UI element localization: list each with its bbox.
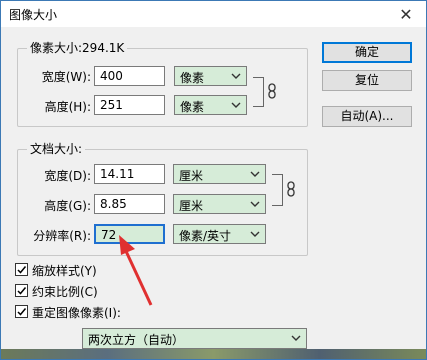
pixel-height-input[interactable]: 251 [94,95,165,115]
resample-checkbox[interactable] [15,305,28,318]
pixel-dimensions-legend: 像素大小:294.1K [27,39,128,56]
doc-constrain-bracket [272,174,283,206]
doc-width-unit-select[interactable]: 厘米 [173,164,266,184]
checkmark-icon [17,287,27,295]
document-size-legend: 文档大小: [27,140,86,157]
reset-button[interactable]: 复位 [322,70,412,91]
constrain-proportions-label: 约束比例(C) [32,285,98,299]
close-icon[interactable]: ✕ [386,1,426,27]
scale-styles-label: 缩放样式(Y) [32,264,97,278]
resample-label: 重定图像像素(I): [32,306,121,320]
resolution-unit-select[interactable]: 像素/英寸 [173,224,266,244]
pixel-height-unit-select[interactable]: 像素 [174,95,247,115]
resolution-unit: 像素/英寸 [179,229,232,243]
checkmark-icon [17,266,27,274]
chevron-down-icon [231,73,241,79]
scale-styles-checkbox[interactable] [15,263,28,276]
pixel-width-label: 宽度(W): [41,70,91,84]
link-icon [287,181,295,197]
red-arrow-annotation [119,235,153,306]
pixel-width-unit: 像素 [180,71,205,85]
dialog-title: 图像大小 [9,8,58,22]
doc-width-unit: 厘米 [179,169,204,183]
constrain-proportions-checkbox[interactable] [15,284,28,297]
doc-width-input[interactable]: 14.11 [94,164,165,184]
link-icon [268,83,276,99]
pixel-height-unit: 像素 [180,100,205,114]
pixel-width-input[interactable]: 400 [94,66,165,86]
checkmark-icon [17,308,27,316]
chevron-down-icon [231,102,241,108]
resample-method-select[interactable]: 两次立方（自动） [82,328,307,349]
chevron-down-icon [250,171,260,177]
ok-button[interactable]: 确定 [322,42,412,63]
doc-height-label: 高度(G): [44,199,91,213]
doc-height-unit: 厘米 [179,199,204,213]
title-bar: 图像大小 ✕ [1,1,426,27]
pixel-width-unit-select[interactable]: 像素 [174,66,247,86]
doc-width-label: 宽度(D): [44,169,91,183]
background-image-strip [1,349,426,359]
resolution-label: 分辨率(R): [33,229,91,243]
doc-height-unit-select[interactable]: 厘米 [173,194,266,214]
image-size-dialog: 图像大小 ✕ 像素大小:294.1K 宽度(W): 400 像素 高度(H): … [0,0,427,360]
resample-method: 两次立方（自动） [88,333,185,347]
doc-height-input[interactable]: 8.85 [94,194,165,214]
auto-button[interactable]: 自动(A)... [322,106,412,127]
chevron-down-icon [250,201,260,207]
chevron-down-icon [250,231,260,237]
pixel-height-label: 高度(H): [44,100,91,114]
pixel-dimensions-group [17,48,308,127]
chevron-down-icon [291,335,301,341]
constrain-bracket [253,77,264,107]
